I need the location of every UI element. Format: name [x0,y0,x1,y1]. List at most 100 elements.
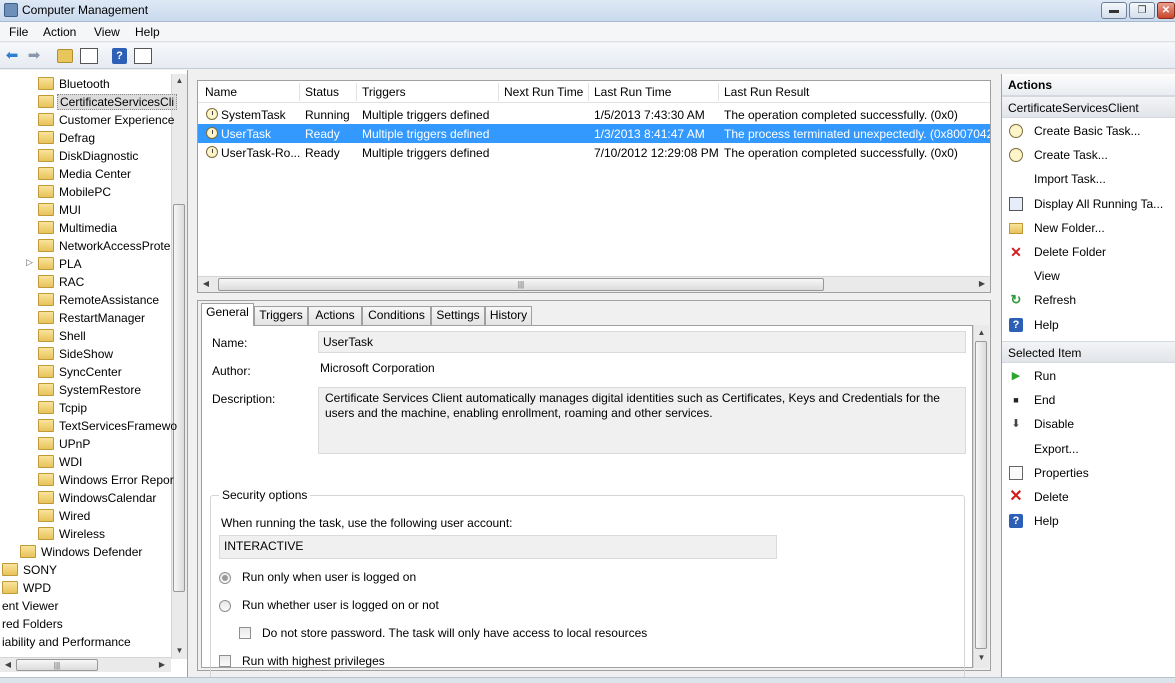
action-delete-folder[interactable]: ✕ Delete Folder [1002,241,1175,263]
close-button[interactable]: ✕ [1157,2,1175,19]
action-new-folder[interactable]: New Folder... [1002,217,1175,239]
tree-item[interactable]: Defrag [0,129,171,147]
action-help[interactable]: ? Help [1002,314,1175,336]
forward-arrow-icon[interactable]: ➡ [25,47,43,65]
table-row[interactable]: UserTask Ready Multiple triggers defined 1/… [198,124,990,143]
actions-section-header[interactable]: CertificateServicesClient [1002,96,1175,118]
column-header[interactable]: Name [205,85,237,99]
detail-vertical-scrollbar[interactable]: ▲ ▼ [973,325,989,668]
scroll-up-arrow-icon[interactable]: ▲ [172,76,187,85]
action-export[interactable]: Export... [1002,438,1175,460]
action-create-basic-task[interactable]: Create Basic Task... [1002,120,1175,142]
action-run[interactable]: ▶ Run [1002,365,1175,387]
up-folder-icon[interactable] [57,49,73,63]
scroll-right-arrow-icon[interactable]: ▶ [976,277,988,291]
menu-help[interactable]: Help [135,25,160,39]
tree-item[interactable]: RAC [0,273,171,291]
tree-vertical-scrollbar[interactable]: ▲ ▼ [171,74,187,659]
tree-item[interactable]: WindowsCalendar [0,489,171,507]
tab-history[interactable]: History [485,306,532,325]
tab-triggers[interactable]: Triggers [254,306,308,325]
task-list-hscroll-thumb[interactable]: ||| [218,278,824,291]
column-header[interactable]: Triggers [362,85,406,99]
tree-item[interactable]: iability and Performance [0,633,171,651]
column-divider[interactable] [299,83,300,101]
tree-item[interactable]: SystemRestore [0,381,171,399]
action-disable[interactable]: ⬇ Disable [1002,413,1175,435]
tree-item[interactable]: Bluetooth [0,75,171,93]
table-row[interactable]: SystemTask Running Multiple triggers defin… [198,105,990,124]
tree-item[interactable]: Tcpip [0,399,171,417]
tree-item[interactable]: Customer Experience [0,111,174,129]
tree-item[interactable]: Wired [0,507,171,525]
action-refresh[interactable]: ↻ Refresh [1002,289,1175,311]
scroll-down-arrow-icon[interactable]: ▼ [974,653,989,662]
action-create-task[interactable]: Create Task... [1002,144,1175,166]
tree-item[interactable]: Media Center [0,165,171,183]
tree-item[interactable]: WDI [0,453,171,471]
help-icon[interactable]: ? [112,48,127,64]
column-divider[interactable] [498,83,499,101]
action-import-task[interactable]: Import Task... [1002,168,1175,190]
tree-item[interactable]: UPnP [0,435,171,453]
action-properties[interactable]: Properties [1002,462,1175,484]
detail-scroll-thumb[interactable] [975,341,987,649]
tree-item[interactable]: MobilePC [0,183,171,201]
action-view[interactable]: View [1002,265,1175,287]
tree-item[interactable]: RestartManager [0,309,171,327]
tree-item[interactable]: NetworkAccessProte [0,237,171,255]
do-not-store-password-checkbox[interactable] [239,627,251,639]
column-divider[interactable] [718,83,719,101]
menu-view[interactable]: View [94,25,120,39]
tab-general[interactable]: General [201,303,254,326]
show-hide-action-pane-icon[interactable] [134,48,152,64]
column-divider[interactable] [588,83,589,101]
tree-scroll-thumb[interactable] [173,204,185,592]
tree-item[interactable]: ▷ PLA [0,255,171,273]
action-end[interactable]: ■ End [1002,389,1175,411]
column-header[interactable]: Next Run Time [504,85,583,99]
tab-conditions[interactable]: Conditions [362,306,431,325]
column-header[interactable]: Last Run Time [594,85,671,99]
minimize-button[interactable]: ▬ [1101,2,1127,19]
action-delete[interactable]: ✕ Delete [1002,486,1175,508]
tree-item[interactable]: CertificateServicesCli [0,93,178,111]
task-list-horizontal-scrollbar[interactable]: ◀ ||| ▶ [198,276,990,292]
menu-action[interactable]: Action [43,25,76,39]
tree-item[interactable]: MUI [0,201,171,219]
run-whether-logged-on-radio[interactable] [219,600,231,612]
scroll-left-arrow-icon[interactable]: ◀ [2,658,14,672]
run-highest-privileges-checkbox[interactable] [219,655,231,667]
tree-item[interactable]: DiskDiagnostic [0,147,171,165]
column-header[interactable]: Last Run Result [724,85,809,99]
action-help[interactable]: ? Help [1002,510,1175,532]
tab-settings[interactable]: Settings [431,306,485,325]
tree-item[interactable]: Multimedia [0,219,171,237]
tree-item[interactable]: WPD [0,579,171,597]
tree-item[interactable]: SyncCenter [0,363,171,381]
tree-item[interactable]: TextServicesFramewo [0,417,177,435]
column-divider[interactable] [356,83,357,101]
tree-item[interactable]: Shell [0,327,171,345]
tree-hscroll-thumb[interactable]: ||| [16,659,98,671]
tree-item[interactable]: RemoteAssistance [0,291,171,309]
table-row[interactable]: UserTask-Ro... Ready Multiple triggers def… [198,143,990,162]
tree-item[interactable]: Windows Defender [0,543,171,561]
scroll-left-arrow-icon[interactable]: ◀ [200,277,212,291]
actions-section-header[interactable]: Selected Item [1002,341,1175,363]
column-header[interactable]: Status [305,85,339,99]
run-only-logged-on-radio[interactable] [219,572,231,584]
tab-actions[interactable]: Actions [308,306,362,325]
show-hide-console-tree-icon[interactable] [80,48,98,64]
menu-file[interactable]: File [9,25,28,39]
maximize-button[interactable]: ❐ [1129,2,1155,19]
tree-item[interactable]: red Folders [0,615,171,633]
tree-item[interactable]: SONY [0,561,171,579]
tree-horizontal-scrollbar[interactable]: ◀ ||| ▶ [0,657,171,672]
action-display-all-running-ta[interactable]: Display All Running Ta... [1002,193,1175,215]
tree-item[interactable]: Windows Error Repor [0,471,174,489]
scroll-up-arrow-icon[interactable]: ▲ [974,328,989,337]
tree-item[interactable]: SideShow [0,345,171,363]
scroll-down-arrow-icon[interactable]: ▼ [172,646,187,655]
tree-item[interactable]: ent Viewer [0,597,171,615]
